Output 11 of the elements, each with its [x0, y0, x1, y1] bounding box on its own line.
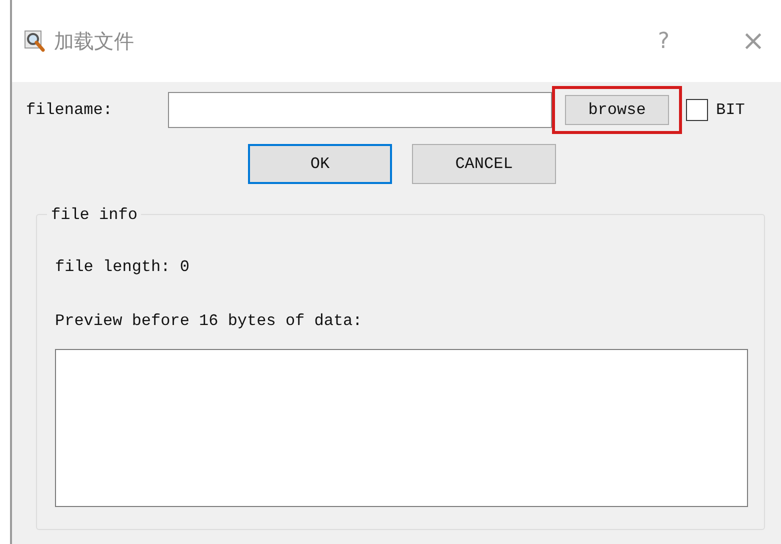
bit-label: BIT: [716, 100, 745, 121]
browse-button[interactable]: browse: [565, 95, 669, 125]
file-length-text: file length: 0: [55, 257, 190, 278]
window-title: 加载文件: [54, 28, 134, 55]
magnifier-icon: [24, 30, 46, 52]
filename-field[interactable]: [168, 92, 552, 128]
ok-button[interactable]: OK: [248, 144, 392, 184]
preview-label: Preview before 16 bytes of data:: [55, 311, 364, 332]
bit-checkbox[interactable]: [686, 99, 708, 121]
filename-label: filename:: [26, 100, 114, 121]
cancel-button[interactable]: CANCEL: [412, 144, 556, 184]
